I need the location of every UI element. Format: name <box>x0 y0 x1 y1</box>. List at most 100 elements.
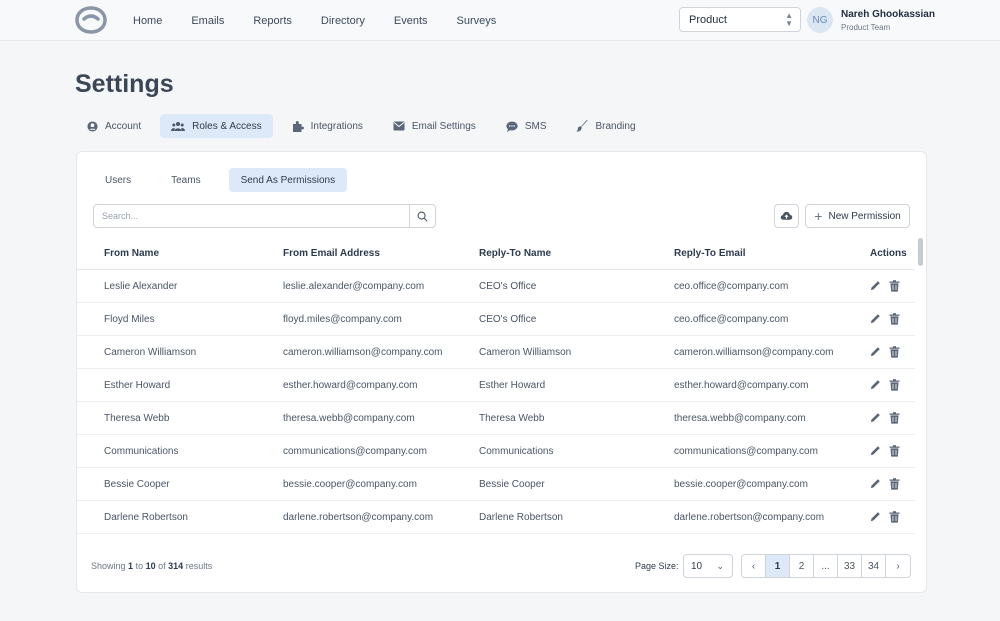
nav-item-events[interactable]: Events <box>394 15 428 27</box>
next-page-button[interactable]: › <box>886 555 910 577</box>
edit-pencil-icon[interactable] <box>870 346 881 358</box>
app-logo-icon[interactable] <box>75 6 107 34</box>
user-team: Product Team <box>841 23 891 32</box>
tab-branding[interactable]: Branding <box>565 114 646 138</box>
tab-integrations[interactable]: Integrations <box>281 114 374 138</box>
table-scrollbar[interactable] <box>917 238 923 528</box>
edit-pencil-icon[interactable] <box>870 379 881 391</box>
scrollbar-thumb[interactable] <box>918 238 923 266</box>
table-row[interactable]: Bessie Cooper bessie.cooper@company.com Be… <box>77 468 915 501</box>
chat-bubble-icon <box>506 121 525 132</box>
header-reply-to-name[interactable]: Reply-To Name <box>479 248 551 259</box>
prev-page-button[interactable]: ‹ <box>742 555 766 577</box>
row-actions <box>870 379 908 391</box>
header-from-name[interactable]: From Name <box>104 248 159 259</box>
page-size-select[interactable]: 10 ⌄ <box>683 554 733 578</box>
search-button[interactable] <box>409 205 435 227</box>
table-row[interactable]: Darlene Robertson darlene.robertson@compa… <box>77 501 915 534</box>
subtab-users[interactable]: Users <box>93 168 143 192</box>
page-33[interactable]: 33 <box>838 555 862 577</box>
table-row[interactable]: Floyd Miles floyd.miles@company.com CEO's … <box>77 303 915 336</box>
cell-reply-to-name: Darlene Robertson <box>479 511 563 523</box>
edit-pencil-icon[interactable] <box>870 412 881 424</box>
nav-item-directory[interactable]: Directory <box>321 15 365 27</box>
cell-reply-to-email: bessie.cooper@company.com <box>674 478 808 490</box>
tab-email-settings[interactable]: Email Settings <box>382 114 487 138</box>
delete-trash-icon[interactable] <box>889 478 900 490</box>
new-permission-label: New Permission <box>828 210 901 222</box>
tab-label: Integrations <box>310 120 363 132</box>
tab-account[interactable]: Account <box>76 114 152 138</box>
table-row[interactable]: Esther Howard esther.howard@company.com Es… <box>77 369 915 402</box>
cell-from-email: darlene.robertson@company.com <box>283 511 434 523</box>
results-summary: Showing 1 to 10 of 314 results <box>91 561 212 571</box>
cell-from-name: Leslie Alexander <box>104 280 178 292</box>
table-row[interactable]: Theresa Webb theresa.webb@company.com Ther… <box>77 402 915 435</box>
edit-pencil-icon[interactable] <box>870 280 881 292</box>
cell-reply-to-name: Esther Howard <box>479 379 546 391</box>
nav-item-emails[interactable]: Emails <box>191 15 224 27</box>
row-actions <box>870 346 908 358</box>
table-row[interactable]: Communications communications@company.com… <box>77 435 915 468</box>
search-icon <box>417 211 428 221</box>
delete-trash-icon[interactable] <box>889 511 900 523</box>
page-34[interactable]: 34 <box>862 555 886 577</box>
range-to: 10 <box>145 561 156 571</box>
edit-pencil-icon[interactable] <box>870 478 881 490</box>
page-ellipsis: ... <box>814 555 838 577</box>
to-label: to <box>135 561 144 571</box>
total-count: 314 <box>168 561 184 571</box>
cell-from-email: floyd.miles@company.com <box>283 313 402 325</box>
header-reply-to-email[interactable]: Reply-To Email <box>674 248 746 259</box>
delete-trash-icon[interactable] <box>889 445 900 457</box>
cell-from-email: theresa.webb@company.com <box>283 412 415 424</box>
nav-item-reports[interactable]: Reports <box>253 15 292 27</box>
cell-reply-to-email: communications@company.com <box>674 445 818 457</box>
cell-from-email: cameron.williamson@company.com <box>283 346 443 358</box>
edit-pencil-icon[interactable] <box>870 445 881 457</box>
envelope-icon <box>393 121 412 131</box>
table-header: From Name From Email Address Reply-To Na… <box>77 238 915 270</box>
page-1[interactable]: 1 <box>766 555 790 577</box>
row-actions <box>870 511 908 523</box>
delete-trash-icon[interactable] <box>889 379 900 391</box>
table-row[interactable]: Leslie Alexander leslie.alexander@company… <box>77 270 915 303</box>
row-actions <box>870 280 908 292</box>
cell-from-name: Darlene Robertson <box>104 511 188 523</box>
new-permission-button[interactable]: + New Permission <box>805 204 910 228</box>
delete-trash-icon[interactable] <box>889 346 900 358</box>
team-select[interactable]: Product ▲ ▼ <box>679 7 801 32</box>
edit-pencil-icon[interactable] <box>870 313 881 325</box>
chevron-updown-icon: ▲ ▼ <box>785 11 793 28</box>
showing-label: Showing <box>91 561 126 571</box>
header-from-email[interactable]: From Email Address <box>283 248 380 259</box>
search-input[interactable] <box>94 205 409 227</box>
cell-reply-to-email: ceo.office@company.com <box>674 313 789 325</box>
table-row[interactable]: Cameron Williamson cameron.williamson@com… <box>77 336 915 369</box>
delete-trash-icon[interactable] <box>889 280 900 292</box>
edit-pencil-icon[interactable] <box>870 511 881 523</box>
nav-item-home[interactable]: Home <box>133 15 162 27</box>
tab-label: Email Settings <box>411 120 476 132</box>
subtab-send-as-permissions[interactable]: Send As Permissions <box>228 168 348 192</box>
tab-roles-access[interactable]: Roles & Access <box>160 114 273 138</box>
page-2[interactable]: 2 <box>790 555 814 577</box>
cell-reply-to-name: Bessie Cooper <box>479 478 545 490</box>
subtab-teams[interactable]: Teams <box>159 168 212 192</box>
tab-label: Branding <box>595 120 636 132</box>
avatar[interactable]: NG <box>807 7 833 33</box>
page-title: Settings <box>75 70 174 98</box>
cell-reply-to-name: Communications <box>479 445 554 457</box>
delete-trash-icon[interactable] <box>889 412 900 424</box>
table-body: Leslie Alexander leslie.alexander@company… <box>77 270 915 534</box>
settings-tabs: Account Roles & Access Integrations Email S… <box>76 114 655 138</box>
team-select-value: Product <box>689 13 727 26</box>
upload-button[interactable] <box>774 204 799 228</box>
delete-trash-icon[interactable] <box>889 313 900 325</box>
cell-reply-to-name: Cameron Williamson <box>479 346 572 358</box>
nav-item-surveys[interactable]: Surveys <box>457 15 497 27</box>
puzzle-icon <box>292 120 311 132</box>
main-nav: Home Emails Reports Directory Events Surveys <box>133 0 525 41</box>
tab-sms[interactable]: SMS <box>495 114 558 138</box>
pagination: ‹ 1 2... 33 34 › <box>741 554 911 578</box>
